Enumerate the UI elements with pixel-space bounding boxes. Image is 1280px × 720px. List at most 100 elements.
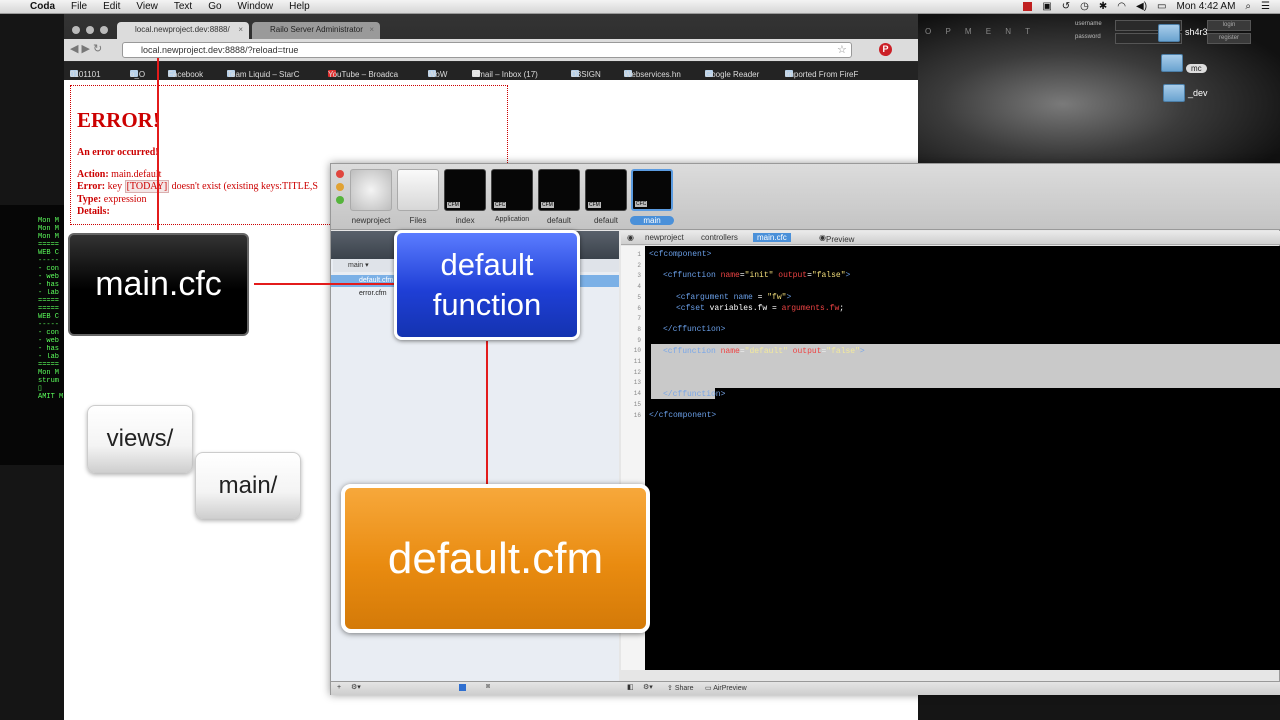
desktop-folder-dev[interactable]: [1163, 84, 1185, 102]
terminal-line: - web: [38, 337, 60, 345]
line-number: 14: [633, 390, 641, 398]
gear-icon[interactable]: ⚙▾: [351, 683, 361, 691]
connector-line: [486, 341, 488, 484]
code-line: </cffunction>: [663, 325, 726, 334]
window-close-button[interactable]: [336, 170, 344, 178]
menu-help[interactable]: Help: [289, 1, 310, 12]
line-number: 2: [637, 261, 641, 269]
line-number: 16: [633, 411, 641, 419]
close-icon[interactable]: ×: [369, 25, 374, 34]
connector-line: [157, 58, 159, 230]
line-number: 9: [637, 336, 641, 344]
code-editor[interactable]: 1 2 3 4 5 6 7 8 9 10 11 12 13 14 15 16 <cfcomponent> <c…: [621, 246, 1280, 670]
thumbnail-label: default: [593, 216, 619, 225]
desktop-folder-sh4r3[interactable]: [1158, 24, 1180, 42]
folder-icon: [1158, 24, 1180, 42]
folder-icon: [1161, 54, 1183, 72]
menu-view[interactable]: View: [136, 1, 158, 12]
path-crumb[interactable]: controllers: [701, 233, 738, 242]
callout-views-folder: views/: [87, 405, 193, 473]
tab-thumbnail-index[interactable]: CFM: [444, 169, 486, 211]
tab-thumbnail-application[interactable]: CFC: [491, 169, 533, 211]
site-thumbnail[interactable]: [350, 169, 392, 211]
wallpaper-banner-text: O P M E N T: [925, 27, 1037, 36]
terminal-line: =====: [38, 305, 60, 313]
notification-icon[interactable]: ☰: [1261, 1, 1270, 12]
window-minimize-button[interactable]: [86, 26, 94, 34]
path-crumb[interactable]: newproject: [645, 233, 684, 242]
desktop-folder-label: _dev: [1188, 88, 1208, 98]
battery-icon[interactable]: ▭: [1157, 1, 1166, 12]
wifi-icon[interactable]: ◠: [1117, 1, 1126, 12]
files-thumbnail[interactable]: [397, 169, 439, 211]
menu-go[interactable]: Go: [208, 1, 221, 12]
refresh-icon[interactable]: ◙: [486, 683, 490, 690]
password-label: password: [1075, 34, 1101, 40]
terminal-line: -----: [38, 257, 60, 265]
folder-icon: [1163, 84, 1185, 102]
menu-edit[interactable]: Edit: [103, 1, 120, 12]
clock-text[interactable]: Mon 4:42 AM: [1177, 1, 1236, 12]
address-bar[interactable]: local.newproject.dev:8888/?reload=true: [122, 42, 852, 58]
tab-thumbnail-main-active[interactable]: CFC: [631, 169, 673, 211]
back-forward-icons[interactable]: ◀ ▶ ↻: [70, 42, 102, 55]
line-number: 7: [637, 315, 641, 323]
panel-toggle-icon[interactable]: ◧: [627, 683, 634, 691]
window-zoom-button[interactable]: [100, 26, 108, 34]
recording-icon[interactable]: [1023, 2, 1033, 11]
tab-thumbnail-default[interactable]: CFM: [538, 169, 580, 211]
error-type-line: Type: expression: [77, 194, 147, 205]
terminal-line: Mon M: [38, 217, 60, 225]
terminal-line: - web: [38, 273, 60, 281]
tab-thumbnail-default[interactable]: CFM: [585, 169, 627, 211]
browser-tab-railo[interactable]: Railo Server Administrator ×: [252, 22, 380, 39]
spotlight-icon[interactable]: ⌕: [1245, 1, 1251, 12]
code-line: <cfset variables.fw = arguments.fw;: [676, 304, 845, 313]
line-number: 6: [637, 304, 641, 312]
menu-file[interactable]: File: [71, 1, 87, 12]
eye-icon[interactable]: ◉: [627, 233, 634, 242]
time-machine-icon[interactable]: ↺: [1062, 1, 1070, 12]
terminal-line: - has: [38, 281, 60, 289]
url-text: local.newproject.dev:8888/?reload=true: [141, 45, 299, 55]
add-icon[interactable]: +: [337, 684, 341, 691]
desktop-folder-label: mc: [1186, 58, 1207, 76]
code-line: <cfcomponent>: [649, 250, 712, 259]
code-line: <cfargument name = "fw">: [676, 293, 792, 302]
window-zoom-button[interactable]: [336, 196, 344, 204]
sidebar-toggle-icon[interactable]: [459, 684, 466, 691]
bookmark-star-icon[interactable]: ☆: [837, 43, 847, 56]
editor-path-bar: ◉ newproject controllers main.cfc ◉ Prev…: [621, 231, 1280, 245]
line-number: 3: [637, 272, 641, 280]
desktop-folder-label: sh4r3: [1185, 27, 1208, 37]
bluetooth-icon[interactable]: ✱: [1099, 1, 1107, 12]
register-button: register: [1207, 33, 1251, 44]
line-number: 8: [637, 325, 641, 333]
menu-window[interactable]: Window: [238, 1, 274, 12]
path-current-file[interactable]: main.cfc: [753, 233, 791, 242]
share-button[interactable]: ⇪ Share: [667, 684, 694, 692]
menu-text[interactable]: Text: [174, 1, 192, 12]
preview-button[interactable]: ◉ Preview: [819, 233, 854, 244]
desktop-folder-mc[interactable]: [1161, 54, 1183, 72]
terminal-line: - con: [38, 329, 60, 337]
line-number: 4: [637, 283, 641, 291]
code-line: </cfcomponent>: [649, 411, 717, 420]
window-close-button[interactable]: [72, 26, 80, 34]
browser-tab-active[interactable]: local.newproject.dev:8888/ ×: [117, 22, 249, 39]
connector-line: [254, 283, 396, 285]
menu-app-name[interactable]: Coda: [30, 1, 55, 12]
clock-icon[interactable]: ◷: [1080, 1, 1089, 12]
window-minimize-button[interactable]: [336, 183, 344, 191]
code-line-selected: <cffunction name="default" output="false…: [663, 347, 865, 356]
username-label: username: [1075, 21, 1102, 27]
terminal-line: - lab: [38, 353, 60, 361]
pinterest-icon[interactable]: P: [879, 43, 892, 56]
terminal-window: Mon M Mon M Mon M ===== WEB C ----- - con - web…: [0, 205, 64, 465]
display-icon[interactable]: ▣: [1042, 1, 1051, 12]
volume-icon[interactable]: ◀): [1136, 1, 1147, 12]
gear-icon[interactable]: ⚙▾: [643, 683, 653, 691]
close-icon[interactable]: ×: [238, 25, 243, 34]
code-line-selected: </cffunction>: [663, 390, 726, 399]
airpreview-button[interactable]: ▭ AirPreview: [705, 684, 747, 692]
